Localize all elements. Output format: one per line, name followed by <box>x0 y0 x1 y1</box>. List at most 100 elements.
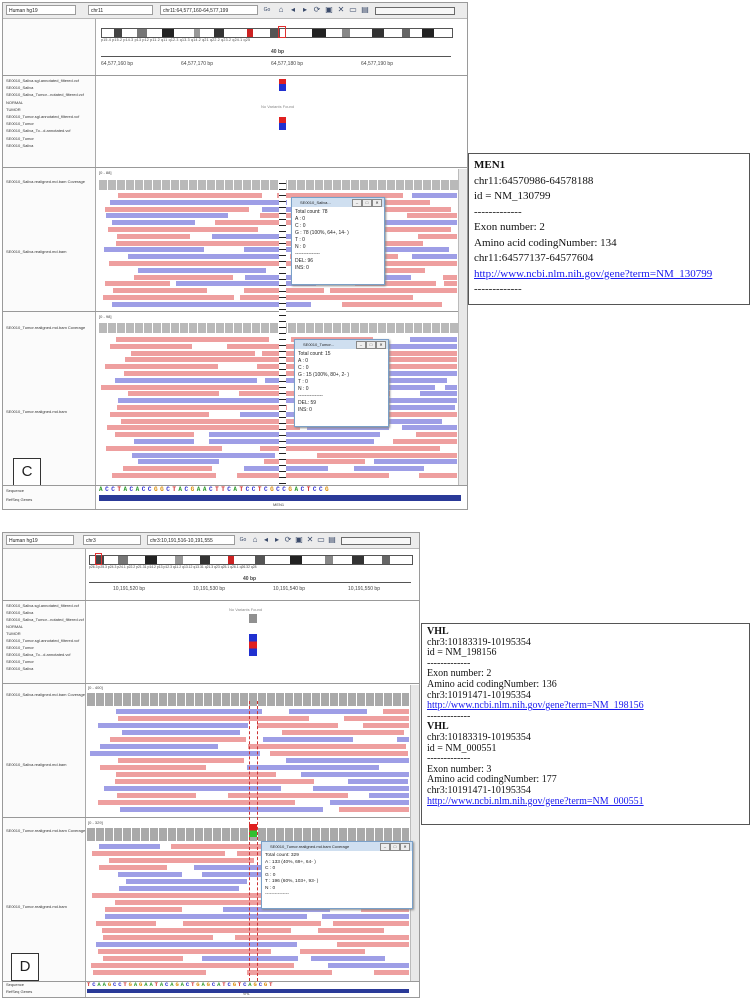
read[interactable] <box>300 949 365 954</box>
track-label[interactable]: SE0010_Tumor.sgl.annotated_filtered.vcf <box>6 114 94 119</box>
track-label[interactable]: SE0010_Saliva_Tumor...notated_filtered.v… <box>6 617 86 622</box>
read[interactable] <box>124 371 318 376</box>
read[interactable] <box>311 956 385 961</box>
genome-select[interactable]: Human hg19 <box>6 535 74 545</box>
close-button[interactable]: ✕ <box>400 843 410 851</box>
read[interactable] <box>443 274 457 280</box>
read[interactable] <box>126 879 247 884</box>
locus-input[interactable]: chr11:64,577,160-64,577,199 <box>160 5 258 15</box>
read[interactable] <box>282 730 404 735</box>
read[interactable] <box>117 405 287 410</box>
read[interactable] <box>333 921 409 926</box>
go-button[interactable]: Go <box>238 535 248 545</box>
read[interactable] <box>107 425 300 431</box>
read[interactable] <box>138 459 219 465</box>
read[interactable] <box>410 337 457 342</box>
read[interactable] <box>445 384 457 390</box>
read[interactable] <box>369 793 409 798</box>
read[interactable] <box>103 935 213 940</box>
read[interactable] <box>317 452 457 458</box>
read[interactable] <box>116 337 269 342</box>
read[interactable] <box>116 709 262 714</box>
read[interactable] <box>117 233 190 239</box>
read[interactable] <box>419 473 457 478</box>
resize-icon[interactable]: ▣ <box>324 5 334 15</box>
track-label[interactable]: SE0010_Saliva.sgl.annotated_filtered.vcf <box>6 603 86 608</box>
maximize-button[interactable]: □ <box>362 199 372 207</box>
variant-marker-somatic[interactable] <box>249 614 257 623</box>
read[interactable] <box>92 893 263 898</box>
read[interactable] <box>138 267 266 273</box>
track-label[interactable]: SE0010_Saliva <box>6 85 94 90</box>
read[interactable] <box>354 466 424 472</box>
read[interactable] <box>374 459 457 465</box>
read[interactable] <box>113 288 207 294</box>
read[interactable] <box>412 193 457 198</box>
read[interactable] <box>128 254 284 260</box>
tumor-coverage-popup[interactable]: SE0010_Tumor.realigned.md.bam Coverage –… <box>261 841 413 909</box>
read[interactable] <box>106 213 228 219</box>
track-label[interactable]: SE0010_Tumor <box>6 645 86 650</box>
read[interactable] <box>99 844 160 849</box>
genome-select[interactable]: Human hg19 <box>6 5 76 15</box>
read[interactable] <box>416 432 457 438</box>
track-label[interactable]: SE0010_Saliva.sgl.annotated_filtered.vcf <box>6 78 94 83</box>
read[interactable] <box>247 765 379 770</box>
maximize-button[interactable]: □ <box>390 843 400 851</box>
read[interactable] <box>374 970 409 975</box>
ncbi-link[interactable]: http://www.ncbi.nlm.nih.gov/gene?term=NM… <box>474 268 712 280</box>
read[interactable] <box>118 758 244 763</box>
read[interactable] <box>247 970 332 975</box>
close-button[interactable]: ✕ <box>376 341 386 349</box>
read[interactable] <box>118 716 309 721</box>
variant-marker-saliva[interactable] <box>279 79 286 91</box>
home-icon[interactable]: ⌂ <box>276 5 286 15</box>
read[interactable] <box>337 942 409 947</box>
read[interactable] <box>444 281 457 287</box>
read[interactable] <box>119 886 239 891</box>
vertical-scrollbar[interactable] <box>410 685 419 981</box>
read[interactable] <box>240 295 413 300</box>
saliva-coverage-bar[interactable] <box>87 693 409 706</box>
read[interactable] <box>183 921 321 926</box>
read[interactable] <box>122 730 240 735</box>
read[interactable] <box>91 963 294 968</box>
read[interactable] <box>263 737 353 742</box>
saliva-popup[interactable]: SE0010_Saliva... – □ ✕ Total count: 78 A … <box>291 197 385 285</box>
read[interactable] <box>209 432 380 438</box>
read[interactable] <box>257 723 338 728</box>
vertical-scrollbar[interactable] <box>458 169 467 485</box>
forward-icon[interactable]: ▸ <box>300 5 310 15</box>
close-tracks-icon[interactable]: ✕ <box>336 5 346 15</box>
read[interactable] <box>328 963 409 968</box>
popup-behavior-icon[interactable]: ▭ <box>348 5 358 15</box>
read[interactable] <box>286 758 409 763</box>
close-tracks-icon[interactable]: ✕ <box>305 535 315 545</box>
zoom-slider[interactable] <box>341 537 411 545</box>
read[interactable] <box>301 772 409 777</box>
popup-behavior-icon[interactable]: ▭ <box>316 535 326 545</box>
track-label[interactable]: SE0010_Tumor <box>6 659 86 664</box>
read[interactable] <box>109 858 254 863</box>
back-icon[interactable]: ◂ <box>261 535 271 545</box>
read[interactable] <box>105 364 218 370</box>
read[interactable] <box>105 281 170 287</box>
resize-icon[interactable]: ▣ <box>294 535 304 545</box>
track-label[interactable]: NORMAL <box>6 100 94 105</box>
read[interactable] <box>105 907 182 912</box>
read[interactable] <box>106 445 222 451</box>
track-label[interactable]: SE0010_Saliva <box>6 666 86 671</box>
read[interactable] <box>270 751 408 756</box>
read[interactable] <box>402 425 457 431</box>
ncbi-link-2[interactable]: http://www.ncbi.nlm.nih.gov/gene?term=NM… <box>427 796 644 807</box>
track-label[interactable]: SE0010_Saliva_To...d.annotated.vcf <box>6 652 86 657</box>
ncbi-link-1[interactable]: http://www.ncbi.nlm.nih.gov/gene?term=NM… <box>427 700 644 711</box>
read[interactable] <box>118 193 262 198</box>
refseq-gene-bar[interactable] <box>99 495 461 501</box>
read[interactable] <box>103 956 183 961</box>
chromosome-select[interactable]: chr3 <box>83 535 141 545</box>
read[interactable] <box>342 301 442 307</box>
read[interactable] <box>104 786 281 791</box>
read[interactable] <box>96 942 297 947</box>
tumor-popup[interactable]: SE0010_Tumor... – □ ✕ Total count: 15 A :… <box>294 339 389 427</box>
